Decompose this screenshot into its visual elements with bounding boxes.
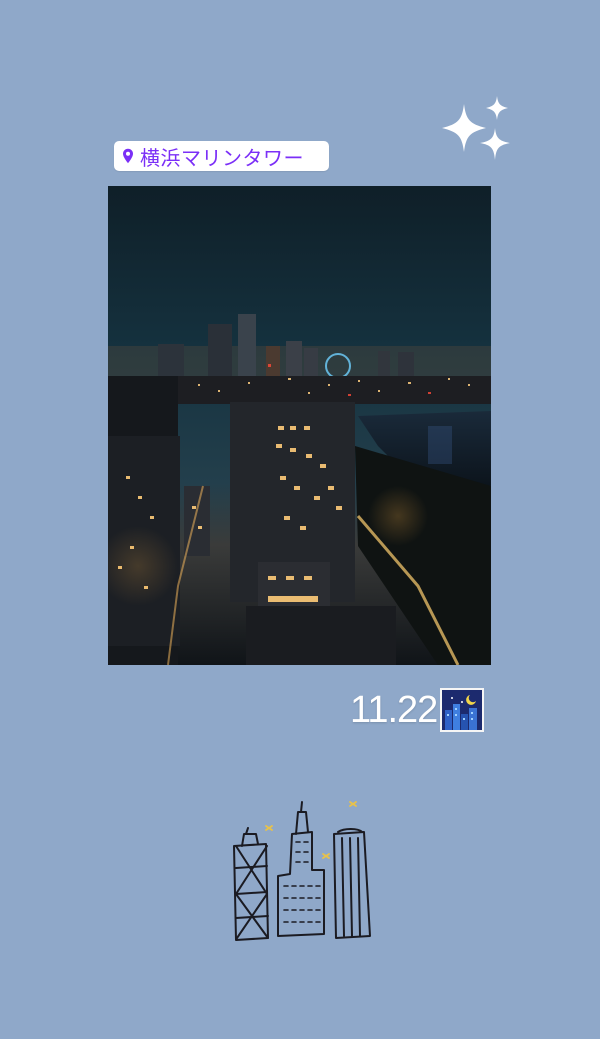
night-city-emoji-icon: [440, 688, 485, 732]
story-canvas: 横浜マリンタワー 11.22: [0, 0, 600, 1039]
date-text: 11.22: [350, 688, 438, 731]
sparkles-icon: [440, 96, 516, 166]
date-caption[interactable]: 11.22: [350, 687, 485, 733]
location-sticker[interactable]: 横浜マリンタワー: [114, 141, 329, 171]
location-label: 横浜マリンタワー: [140, 145, 304, 170]
skyscrapers-doodle-icon: [226, 798, 376, 944]
location-pin-icon: [122, 148, 134, 164]
night-city-photo[interactable]: [108, 186, 491, 665]
